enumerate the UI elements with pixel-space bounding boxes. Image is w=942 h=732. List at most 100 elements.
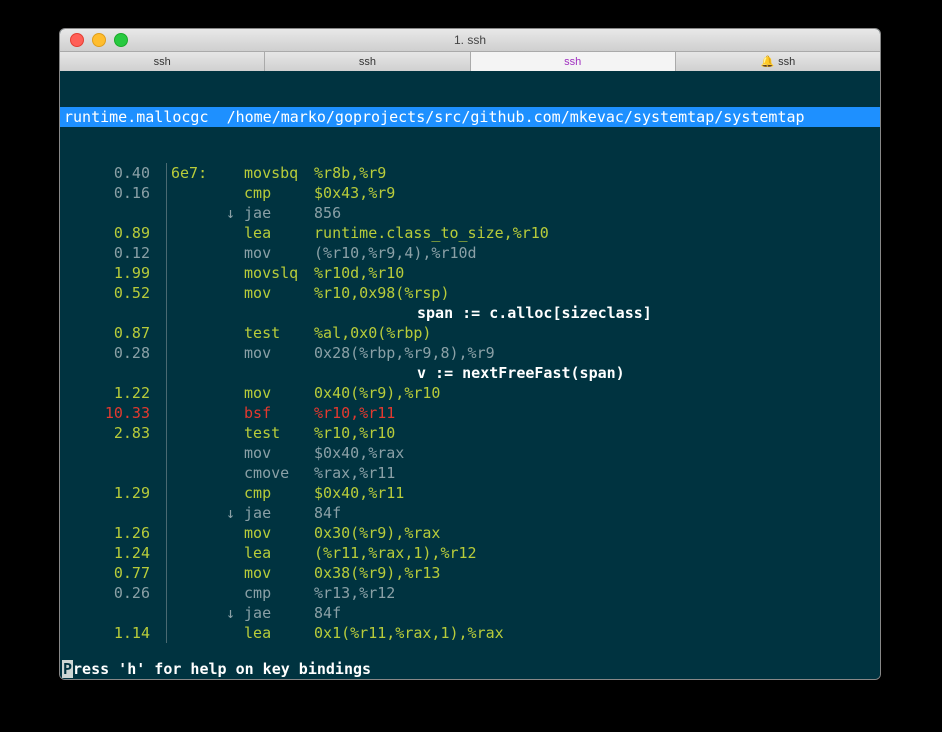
asm-line[interactable]: 0.406e7: movsbq %r8b,%r9 [60,163,880,183]
function-name: runtime.mallocgc [64,108,209,126]
asm-line[interactable]: 0.12 mov (%r10,%r9,4),%r10d [60,243,880,263]
asm-line[interactable]: mov $0x40,%rax [60,443,880,463]
percent-column: 0.16 [60,183,166,203]
asm-line[interactable]: ↓ jae 84f [60,503,880,523]
jump-arrow-icon [219,423,235,443]
operands: (%r11,%rax,1),%r12 [314,543,477,563]
asm-line[interactable]: 0.87 test %al,0x0(%rbp) [60,323,880,343]
percent-column [60,363,166,383]
percent-column: 0.87 [60,323,166,343]
mnemonic: bsf [244,403,314,423]
mnemonic: mov [244,523,314,543]
mnemonic: jae [244,503,314,523]
operands: 0x28(%rbp,%r9,8),%r9 [314,343,495,363]
asm-line[interactable]: 0.77 mov 0x38(%r9),%r13 [60,563,880,583]
asm-line[interactable]: ↓ jae 856 [60,203,880,223]
address-column [167,583,219,603]
operands: 0x30(%r9),%rax [314,523,440,543]
terminal-body[interactable]: runtime.mallocgc /home/marko/goprojects/… [60,71,880,679]
operands: %r10,%r10 [314,423,395,443]
operands: $0x40,%rax [314,443,404,463]
address-column [167,423,219,443]
mnemonic: movslq [244,263,314,283]
percent-column: 1.29 [60,483,166,503]
asm-line[interactable]: 1.26 mov 0x30(%r9),%rax [60,523,880,543]
asm-line[interactable]: 2.83 test %r10,%r10 [60,423,880,443]
tab-label: ssh [778,52,795,72]
operands: 0x1(%r11,%rax,1),%rax [314,623,504,643]
jump-arrow-icon [219,223,235,243]
mnemonic: mov [244,243,314,263]
address-column [167,223,219,243]
operands: runtime.class_to_size,%r10 [314,223,549,243]
asm-line[interactable]: 0.16 cmp $0x43,%r9 [60,183,880,203]
asm-line[interactable]: 1.22 mov 0x40(%r9),%r10 [60,383,880,403]
operands: $0x40,%r11 [314,483,404,503]
tab-2[interactable]: ssh [471,52,676,72]
source-comment: v := nextFreeFast(span) [167,363,625,383]
jump-arrow-icon: ↓ [219,603,235,623]
asm-line[interactable]: 10.33 bsf %r10,%r11 [60,403,880,423]
asm-line[interactable]: cmove %rax,%r11 [60,463,880,483]
percent-column [60,603,166,623]
window-title: 1. ssh [60,33,880,47]
jump-arrow-icon [219,523,235,543]
asm-line[interactable]: 1.29 cmp $0x40,%r11 [60,483,880,503]
tab-label: ssh [154,52,171,72]
percent-column: 0.77 [60,563,166,583]
asm-line[interactable]: 0.52 mov %r10,0x98(%rsp) [60,283,880,303]
asm-line[interactable]: 0.26 cmp %r13,%r12 [60,583,880,603]
percent-column: 2.83 [60,423,166,443]
mnemonic: lea [244,543,314,563]
address-column [167,543,219,563]
mnemonic: mov [244,343,314,363]
asm-line[interactable]: 1.14 lea 0x1(%r11,%rax,1),%rax [60,623,880,643]
terminal-window: 1. ssh ssh ssh ssh 🔔 ssh runtime.mallocg… [59,28,881,680]
operands: %r10d,%r10 [314,263,404,283]
jump-arrow-icon [219,443,235,463]
tab-label: ssh [564,52,581,72]
titlebar[interactable]: 1. ssh [60,29,880,52]
tab-0[interactable]: ssh [60,52,265,72]
address-column [167,343,219,363]
operands: (%r10,%r9,4),%r10d [314,243,477,263]
source-path: /home/marko/goprojects/src/github.com/mk… [227,108,805,126]
jump-arrow-icon [219,383,235,403]
percent-column [60,503,166,523]
asm-line[interactable]: ↓ jae 84f [60,603,880,623]
tab-label: ssh [359,52,376,72]
tab-1[interactable]: ssh [265,52,470,72]
asm-line[interactable]: 0.28 mov 0x28(%rbp,%r9,8),%r9 [60,343,880,363]
operands: $0x43,%r9 [314,183,395,203]
source-comment-line[interactable]: span := c.alloc[sizeclass] [60,303,880,323]
address-column [167,283,219,303]
mnemonic: lea [244,623,314,643]
footer-rest: ress 'h' for help on key bindings [73,660,371,678]
jump-arrow-icon [219,563,235,583]
address-column [167,563,219,583]
asm-listing: 0.406e7: movsbq %r8b,%r90.16 cmp $0x43,%… [60,163,880,643]
operands: %r10,%r11 [314,403,395,423]
percent-column [60,203,166,223]
source-comment-line[interactable]: v := nextFreeFast(span) [60,363,880,383]
percent-column [60,303,166,323]
asm-line[interactable]: 0.89 lea runtime.class_to_size,%r10 [60,223,880,243]
operands: %r13,%r12 [314,583,395,603]
address-column [167,523,219,543]
address-column [167,483,219,503]
address-column [167,443,219,463]
mnemonic: test [244,423,314,443]
mnemonic: mov [244,383,314,403]
operands: %r10,0x98(%rsp) [314,283,449,303]
asm-line[interactable]: 1.24 lea (%r11,%rax,1),%r12 [60,543,880,563]
jump-arrow-icon [219,483,235,503]
address-column [167,623,219,643]
help-footer: Press 'h' for help on key bindings [60,659,880,679]
asm-line[interactable]: 1.99 movslq %r10d,%r10 [60,263,880,283]
tab-3[interactable]: 🔔 ssh [676,52,880,72]
operands: %al,0x0(%rbp) [314,323,431,343]
mnemonic: test [244,323,314,343]
percent-column [60,463,166,483]
jump-arrow-icon: ↓ [219,503,235,523]
jump-arrow-icon [219,343,235,363]
